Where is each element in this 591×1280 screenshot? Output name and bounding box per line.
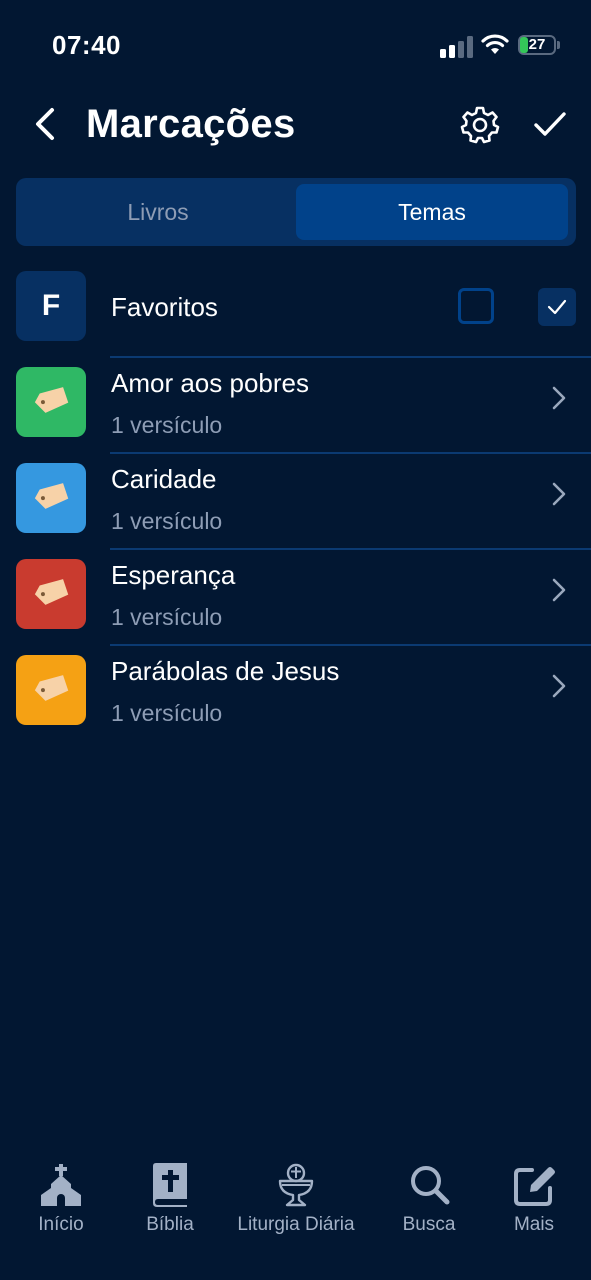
tab-bar-label: Bíblia [146,1214,194,1235]
back-button[interactable] [28,104,64,144]
tab-bar-inicio[interactable]: Início [30,1162,92,1236]
theme-name: Parábolas de Jesus [111,656,340,686]
tab-livros[interactable]: Livros [22,184,294,240]
list-item-favoritos: F Favoritos [0,262,591,358]
theme-count: 1 versículo [111,412,223,438]
wifi-icon [481,34,509,54]
chalice-icon [278,1163,314,1207]
tab-bar-busca[interactable]: Busca [398,1162,460,1236]
tab-bar-label: Busca [402,1214,456,1235]
theme-name: Amor aos pobres [111,368,309,398]
theme-name: Esperança [111,560,236,590]
theme-name: Caridade [111,464,217,494]
settings-gear-button[interactable] [460,104,500,144]
page-title: Marcações [86,102,296,146]
battery-level: 27 [528,36,546,53]
edit-icon [514,1167,555,1206]
theme-color-tile [16,655,86,725]
tag-icon [34,483,69,509]
list-item-theme[interactable]: Caridade 1 versículo [0,454,591,550]
favorites-checkbox-checked[interactable] [538,288,576,326]
chevron-right-icon [552,482,566,506]
favorites-label: Favoritos [111,292,218,322]
chevron-right-icon [552,386,566,410]
segmented-control: Livros Temas [16,178,576,246]
tab-bar-label: Início [38,1214,84,1235]
cellular-signal-icon [440,36,473,58]
tab-bar-mais[interactable]: Mais [508,1162,560,1236]
tab-bar-label: Liturgia Diária [237,1214,355,1235]
chevron-right-icon [552,674,566,698]
done-check-button[interactable] [532,106,568,142]
battery-indicator: 27 [518,35,562,57]
checkmark-icon [547,299,567,315]
theme-count: 1 versículo [111,700,223,726]
tab-bar-liturgia[interactable]: Liturgia Diária [232,1162,360,1236]
status-bar: 07:40 27 [0,0,591,90]
bible-icon [153,1163,187,1207]
bottom-tab-bar: Início Bíblia Liturgia Diária Busca Mais [0,1150,591,1280]
theme-count: 1 versículo [111,508,223,534]
theme-color-tile [16,367,86,437]
list-item-theme[interactable]: Esperança 1 versículo [0,550,591,646]
tag-icon [34,387,69,413]
theme-color-tile [16,559,86,629]
list-item-theme[interactable]: Amor aos pobres 1 versículo [0,358,591,454]
status-time: 07:40 [52,30,121,60]
theme-color-tile [16,463,86,533]
favorites-initial-tile: F [16,271,86,341]
tab-bar-biblia[interactable]: Bíblia [140,1162,200,1236]
theme-count: 1 versículo [111,604,223,630]
favorites-checkbox-unchecked[interactable] [458,288,494,324]
header: Marcações [0,90,591,170]
tag-icon [34,579,69,605]
tag-icon [34,675,69,701]
search-icon [411,1166,450,1205]
tag-list: F Favoritos Amor aos pobres 1 versículo [0,262,591,742]
list-item-theme[interactable]: Parábolas de Jesus 1 versículo [0,646,591,742]
church-icon [41,1164,81,1206]
tab-temas[interactable]: Temas [296,184,568,240]
tab-bar-label: Mais [513,1214,555,1235]
chevron-right-icon [552,578,566,602]
